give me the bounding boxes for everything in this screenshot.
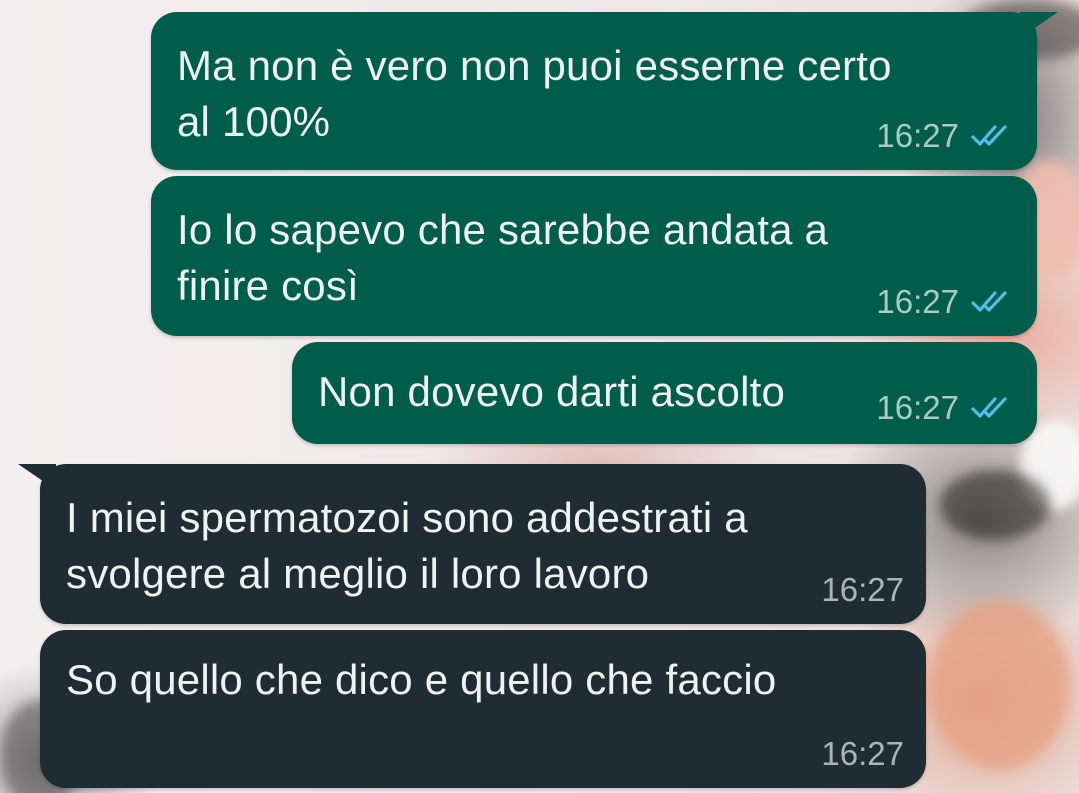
message-meta: 16:27: [876, 284, 1015, 320]
message-bubble-incoming[interactable]: So quello che dico e quello che faccio 1…: [40, 630, 926, 788]
message-time: 16:27: [876, 117, 959, 154]
message-meta: 16:27: [821, 736, 904, 772]
message-bubble-outgoing[interactable]: Io lo sapevo che sarebbe andata a finire…: [151, 176, 1037, 336]
message-text: So quello che dico e quello che faccio: [66, 656, 777, 703]
message-bubble-incoming[interactable]: I miei spermatozoi sono addestrati a svo…: [40, 464, 926, 624]
message-time: 16:27: [821, 735, 904, 772]
double-check-read-icon: [971, 290, 1015, 314]
message-meta: 16:27: [821, 572, 904, 608]
double-check-read-icon: [971, 124, 1015, 148]
double-check-read-icon: [971, 396, 1015, 420]
message-meta: 16:27: [876, 390, 1015, 426]
message-text: I miei spermatozoi sono addestrati a svo…: [66, 494, 748, 597]
message-time: 16:27: [876, 283, 959, 320]
message-time: 16:27: [821, 571, 904, 608]
message-meta: 16:27: [876, 118, 1015, 154]
message-bubble-outgoing[interactable]: Ma non è vero non puoi esserne certo al …: [151, 12, 1037, 170]
message-time: 16:27: [876, 389, 959, 426]
message-list: Ma non è vero non puoi esserne certo al …: [0, 0, 1079, 793]
message-bubble-outgoing[interactable]: Non dovevo darti ascolto 16:27: [292, 342, 1037, 444]
